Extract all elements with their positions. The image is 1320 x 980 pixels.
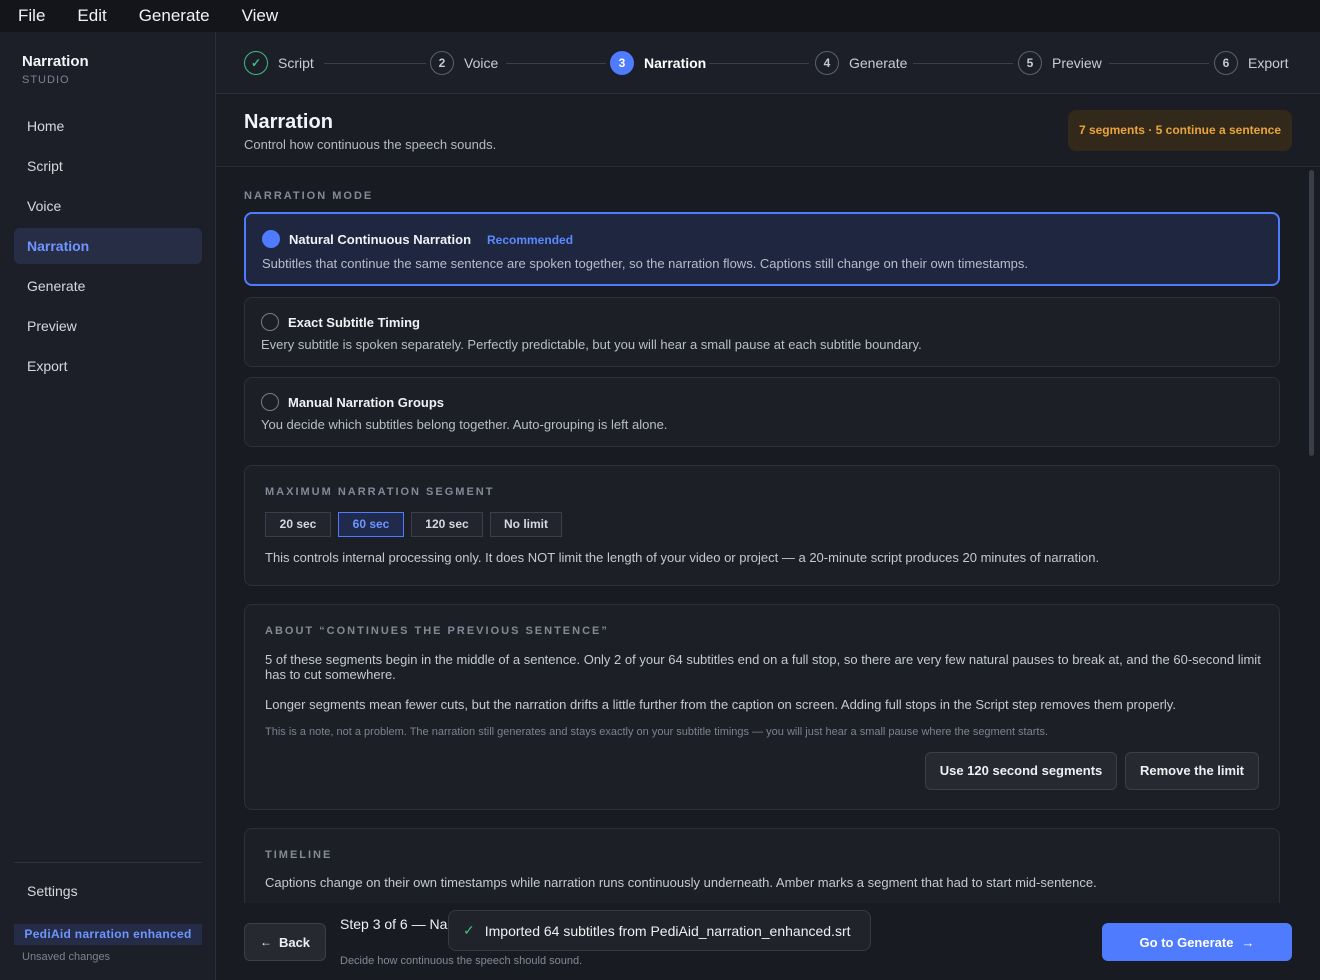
back-button[interactable]: ← Back [244,923,326,961]
step-connector [324,63,426,64]
page-title: Narration [244,111,333,133]
use-120-second-button[interactable]: Use 120 second segments [925,752,1117,790]
step-progress: ✓ Script 2 Voice 3 Narration 4 Generate … [216,32,1320,94]
back-label: Back [278,934,311,950]
step-label: Voice [464,55,499,71]
arrow-left-icon: ← [259,935,272,949]
check-icon: ✓ [244,51,268,75]
about-paragraph: 5 of these segments begin in the middle … [265,652,1261,682]
step-number: 5 [1018,51,1042,75]
page-subtitle: Control how continuous the speech sounds… [244,137,497,152]
step-number: 4 [815,51,839,75]
step-label: Script [278,55,314,71]
sidebar-item-settings[interactable]: Settings [27,883,78,899]
step-info-subtitle: Decide how continuous the speech should … [340,955,583,967]
max-segment-card: MAXIMUM NARRATION SEGMENT 20 sec 60 sec … [244,465,1280,586]
card-label: MAXIMUM NARRATION SEGMENT [265,486,495,498]
option-title: Exact Subtitle Timing [288,315,420,330]
mode-option-manual[interactable]: Manual Narration Groups You decide which… [244,377,1280,447]
sidebar-nav: Home Script Voice Narration Generate Pre… [14,108,202,388]
brand-subtitle: STUDIO [22,74,70,86]
segment-no-limit-button[interactable]: No limit [490,512,562,537]
option-description: Subtitles that continue the same sentenc… [262,256,1028,271]
step-script[interactable]: ✓ Script [244,50,314,76]
option-description: Every subtitle is spoken separately. Per… [261,337,922,352]
brand: Narration STUDIO [22,53,89,86]
timeline-card: TIMELINE Captions change on their own ti… [244,828,1280,903]
step-narration[interactable]: 3 Narration [610,50,706,76]
step-connector [506,63,606,64]
segment-120-button[interactable]: 120 sec [411,512,483,537]
project-name-badge[interactable]: PediAid narration enhanced [14,924,202,945]
about-note: This is a note, not a problem. The narra… [265,726,1049,738]
step-label: Generate [849,55,908,71]
sidebar-item-voice[interactable]: Voice [14,188,202,224]
section-label-mode: NARRATION MODE [244,190,374,202]
sidebar-item-export[interactable]: Export [14,348,202,384]
step-label: Preview [1052,55,1102,71]
step-connector [1109,63,1209,64]
sidebar-divider [14,862,202,863]
main-content[interactable]: NARRATION MODE Natural Continuous Narrat… [216,168,1320,903]
segment-20-button[interactable]: 20 sec [265,512,331,537]
menu-edit[interactable]: Edit [77,6,106,26]
toast-message: Imported 64 subtitles from PediAid_narra… [484,922,851,939]
about-card: ABOUT “CONTINUES THE PREVIOUS SENTENCE” … [244,604,1280,810]
segment-note: This controls internal processing only. … [265,550,1100,565]
menu-view[interactable]: View [242,6,279,26]
radio-empty-icon[interactable] [261,393,279,411]
segments-status-badge: 7 segments · 5 continue a sentence [1068,110,1292,151]
timeline-description: Captions change on their own timestamps … [265,875,1097,890]
radio-empty-icon[interactable] [261,313,279,331]
sidebar-item-generate[interactable]: Generate [14,268,202,304]
go-to-generate-button[interactable]: Go to Generate → [1102,923,1292,961]
sidebar-item-preview[interactable]: Preview [14,308,202,344]
recommended-tag: Recommended [487,233,574,247]
step-number: 3 [610,51,634,75]
scrollbar-thumb[interactable] [1309,170,1314,456]
go-label: Go to Generate [1139,934,1234,950]
radio-selected-icon[interactable] [262,230,280,248]
page-header: Narration Control how continuous the spe… [216,95,1320,167]
step-generate[interactable]: 4 Generate [815,50,907,76]
menu-bar: File Edit Generate View [0,0,1320,32]
remove-limit-button[interactable]: Remove the limit [1125,752,1259,790]
card-label: TIMELINE [265,849,333,861]
option-description: You decide which subtitles belong togeth… [261,417,668,432]
step-connector [913,63,1013,64]
step-label: Export [1248,55,1289,71]
step-number: 6 [1214,51,1238,75]
about-paragraph: Longer segments mean fewer cuts, but the… [265,697,1176,712]
sidebar: Narration STUDIO Home Script Voice Narra… [0,32,216,980]
sidebar-item-script[interactable]: Script [14,148,202,184]
sidebar-item-narration[interactable]: Narration [14,228,202,264]
step-export[interactable]: 6 Export [1214,50,1288,76]
import-toast: ✓ Imported 64 subtitles from PediAid_nar… [448,910,871,951]
footer-bar: ← Back Step 3 of 6 — Narration Decide ho… [216,903,1320,980]
option-title: Manual Narration Groups [288,395,445,410]
option-title: Natural Continuous Narration [289,232,472,247]
menu-generate[interactable]: Generate [139,6,210,26]
step-label: Narration [644,55,707,71]
mode-option-exact[interactable]: Exact Subtitle Timing Every subtitle is … [244,297,1280,367]
mode-option-natural[interactable]: Natural Continuous Narration Recommended… [244,212,1280,286]
sidebar-item-home[interactable]: Home [14,108,202,144]
step-voice[interactable]: 2 Voice [430,50,498,76]
arrow-right-icon: → [1241,934,1255,950]
check-icon: ✓ [463,922,475,938]
unsaved-status: Unsaved changes [22,951,111,963]
step-preview[interactable]: 5 Preview [1018,50,1102,76]
step-number: 2 [430,51,454,75]
menu-file[interactable]: File [18,6,45,26]
step-connector [709,63,809,64]
card-label: ABOUT “CONTINUES THE PREVIOUS SENTENCE” [265,625,609,637]
brand-name: Narration [22,53,89,70]
segment-60-button[interactable]: 60 sec [338,512,404,537]
